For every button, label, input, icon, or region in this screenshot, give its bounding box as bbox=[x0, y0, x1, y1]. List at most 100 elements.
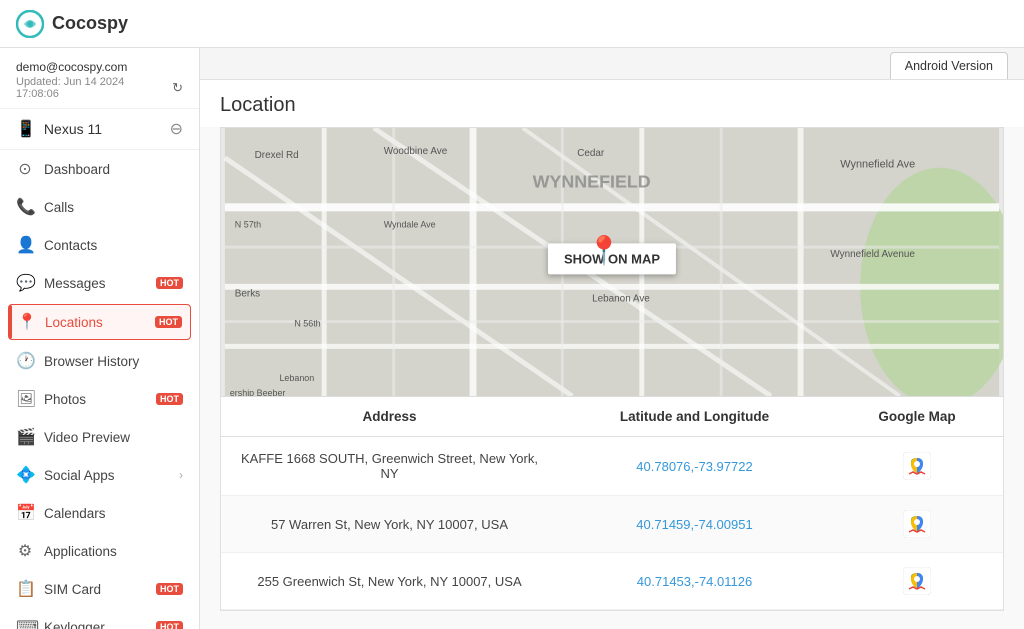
social-apps-label: Social Apps bbox=[44, 468, 169, 483]
svg-text:Lebanon Ave: Lebanon Ave bbox=[592, 294, 650, 305]
android-version-tab[interactable]: Android Version bbox=[890, 52, 1008, 79]
google-map-cell[interactable] bbox=[847, 567, 987, 595]
social-apps-icon: 💠 bbox=[16, 465, 34, 485]
video-preview-icon: 🎬 bbox=[16, 427, 34, 447]
applications-icon: ⚙ bbox=[16, 541, 34, 561]
google-maps-icon bbox=[903, 452, 931, 480]
sidebar-item-calendars[interactable]: 📅 Calendars bbox=[0, 494, 199, 532]
coords-cell[interactable]: 40.71453,-74.01126 bbox=[542, 574, 847, 589]
coords-cell[interactable]: 40.78076,-73.97722 bbox=[542, 459, 847, 474]
sidebar-item-video-preview[interactable]: 🎬 Video Preview bbox=[0, 418, 199, 456]
keylogger-icon: ⌨ bbox=[16, 617, 34, 629]
sidebar-item-sim-card[interactable]: 📋 SIM Card HOT bbox=[0, 570, 199, 608]
last-updated: Updated: Jun 14 2024 17:08:06 ↻ bbox=[16, 76, 183, 100]
chevron-right-icon: › bbox=[179, 468, 183, 482]
calendars-label: Calendars bbox=[44, 506, 183, 521]
sidebar-user-info: demo@cocospy.com Updated: Jun 14 2024 17… bbox=[0, 48, 199, 109]
contacts-icon: 👤 bbox=[16, 235, 34, 255]
locations-label: Locations bbox=[45, 315, 141, 330]
coords-header: Latitude and Longitude bbox=[542, 409, 847, 424]
address-header: Address bbox=[237, 409, 542, 424]
svg-text:WYNNEFIELD: WYNNEFIELD bbox=[533, 172, 651, 192]
sidebar-item-photos[interactable]: 🖼 Photos HOT bbox=[0, 380, 199, 418]
hot-badge: HOT bbox=[156, 583, 183, 595]
svg-text:Woodbine Ave: Woodbine Ave bbox=[384, 146, 448, 157]
table-row: 57 Warren St, New York, NY 10007, USA40.… bbox=[221, 496, 1003, 553]
hot-badge: HOT bbox=[155, 316, 182, 328]
sidebar-item-applications[interactable]: ⚙ Applications bbox=[0, 532, 199, 570]
svg-text:Lebanon: Lebanon bbox=[279, 373, 314, 383]
dashboard-label: Dashboard bbox=[44, 162, 183, 177]
phone-icon: 📱 bbox=[16, 119, 36, 139]
device-arrow-icon: ⊖ bbox=[170, 119, 183, 139]
sidebar-item-social-apps[interactable]: 💠 Social Apps › bbox=[0, 456, 199, 494]
app-title: Cocospy bbox=[52, 13, 128, 34]
table-row: KAFFE 1668 SOUTH, Greenwich Street, New … bbox=[221, 437, 1003, 496]
sidebar: demo@cocospy.com Updated: Jun 14 2024 17… bbox=[0, 48, 200, 629]
browser-history-label: Browser History bbox=[44, 354, 183, 369]
svg-text:N 56th: N 56th bbox=[294, 319, 320, 329]
table-body: KAFFE 1668 SOUTH, Greenwich Street, New … bbox=[221, 437, 1003, 610]
table-row: 255 Greenwich St, New York, NY 10007, US… bbox=[221, 553, 1003, 610]
sidebar-item-calls[interactable]: 📞 Calls bbox=[0, 188, 199, 226]
applications-label: Applications bbox=[44, 544, 183, 559]
svg-text:Wyndale Ave: Wyndale Ave bbox=[384, 219, 436, 229]
user-email: demo@cocospy.com bbox=[16, 60, 183, 74]
logo-icon bbox=[16, 10, 44, 38]
browser-history-icon: 🕐 bbox=[16, 351, 34, 371]
svg-text:Drexel Rd: Drexel Rd bbox=[255, 150, 299, 161]
calendars-icon: 📅 bbox=[16, 503, 34, 523]
messages-label: Messages bbox=[44, 276, 142, 291]
calls-label: Calls bbox=[44, 200, 183, 215]
refresh-icon[interactable]: ↻ bbox=[172, 80, 183, 96]
map-header: Google Map bbox=[847, 409, 987, 424]
hot-badge: HOT bbox=[156, 621, 183, 629]
sidebar-item-messages[interactable]: 💬 Messages HOT bbox=[0, 264, 199, 302]
video-preview-label: Video Preview bbox=[44, 430, 183, 445]
location-table: Address Latitude and Longitude Google Ma… bbox=[220, 397, 1004, 611]
page-title: Location bbox=[200, 80, 1024, 127]
device-selector[interactable]: 📱 Nexus 11 ⊖ bbox=[0, 109, 199, 150]
map-pin: 📍 bbox=[587, 234, 622, 267]
address-cell: KAFFE 1668 SOUTH, Greenwich Street, New … bbox=[237, 451, 542, 481]
table-header: Address Latitude and Longitude Google Ma… bbox=[221, 397, 1003, 437]
sidebar-item-locations[interactable]: 📍 Locations HOT bbox=[8, 304, 191, 340]
sim-card-label: SIM Card bbox=[44, 582, 142, 597]
locations-icon: 📍 bbox=[17, 312, 35, 332]
svg-text:Wynnefield Ave: Wynnefield Ave bbox=[840, 159, 915, 171]
photos-icon: 🖼 bbox=[16, 389, 34, 409]
android-tab-row: Android Version bbox=[200, 48, 1024, 80]
sidebar-item-keylogger[interactable]: ⌨ Keylogger HOT bbox=[0, 608, 199, 629]
sidebar-item-browser-history[interactable]: 🕐 Browser History bbox=[0, 342, 199, 380]
svg-text:N 57th: N 57th bbox=[235, 219, 261, 229]
main-layout: demo@cocospy.com Updated: Jun 14 2024 17… bbox=[0, 48, 1024, 629]
keylogger-label: Keylogger bbox=[44, 620, 142, 629]
app-header: Cocospy bbox=[0, 0, 1024, 48]
content-area: Android Version Location bbox=[200, 48, 1024, 629]
google-maps-icon bbox=[903, 567, 931, 595]
sidebar-item-contacts[interactable]: 👤 Contacts bbox=[0, 226, 199, 264]
photos-label: Photos bbox=[44, 392, 142, 407]
map-container: WYNNEFIELD Wynnefield Ave Wynnefield Ave… bbox=[220, 127, 1004, 397]
contacts-label: Contacts bbox=[44, 238, 183, 253]
address-cell: 57 Warren St, New York, NY 10007, USA bbox=[237, 517, 542, 532]
svg-text:Wynnefield Avenue: Wynnefield Avenue bbox=[830, 249, 915, 260]
svg-text:ership Beeber: ership Beeber bbox=[230, 388, 286, 396]
messages-icon: 💬 bbox=[16, 273, 34, 293]
google-maps-icon bbox=[903, 510, 931, 538]
active-indicator bbox=[9, 305, 12, 339]
svg-text:Cedar: Cedar bbox=[577, 148, 605, 159]
hot-badge: HOT bbox=[156, 277, 183, 289]
calls-icon: 📞 bbox=[16, 197, 34, 217]
sim-card-icon: 📋 bbox=[16, 579, 34, 599]
sidebar-item-dashboard[interactable]: ⊙ Dashboard bbox=[0, 150, 199, 188]
device-name: Nexus 11 bbox=[44, 121, 102, 137]
svg-text:Berks: Berks bbox=[235, 289, 260, 300]
google-map-cell[interactable] bbox=[847, 510, 987, 538]
dashboard-icon: ⊙ bbox=[16, 159, 34, 179]
google-map-cell[interactable] bbox=[847, 452, 987, 480]
address-cell: 255 Greenwich St, New York, NY 10007, US… bbox=[237, 574, 542, 589]
nav-menu: ⊙ Dashboard 📞 Calls 👤 Contacts 💬 Messages HOT 📍 Lo… bbox=[0, 150, 199, 629]
hot-badge: HOT bbox=[156, 393, 183, 405]
coords-cell[interactable]: 40.71459,-74.00951 bbox=[542, 517, 847, 532]
